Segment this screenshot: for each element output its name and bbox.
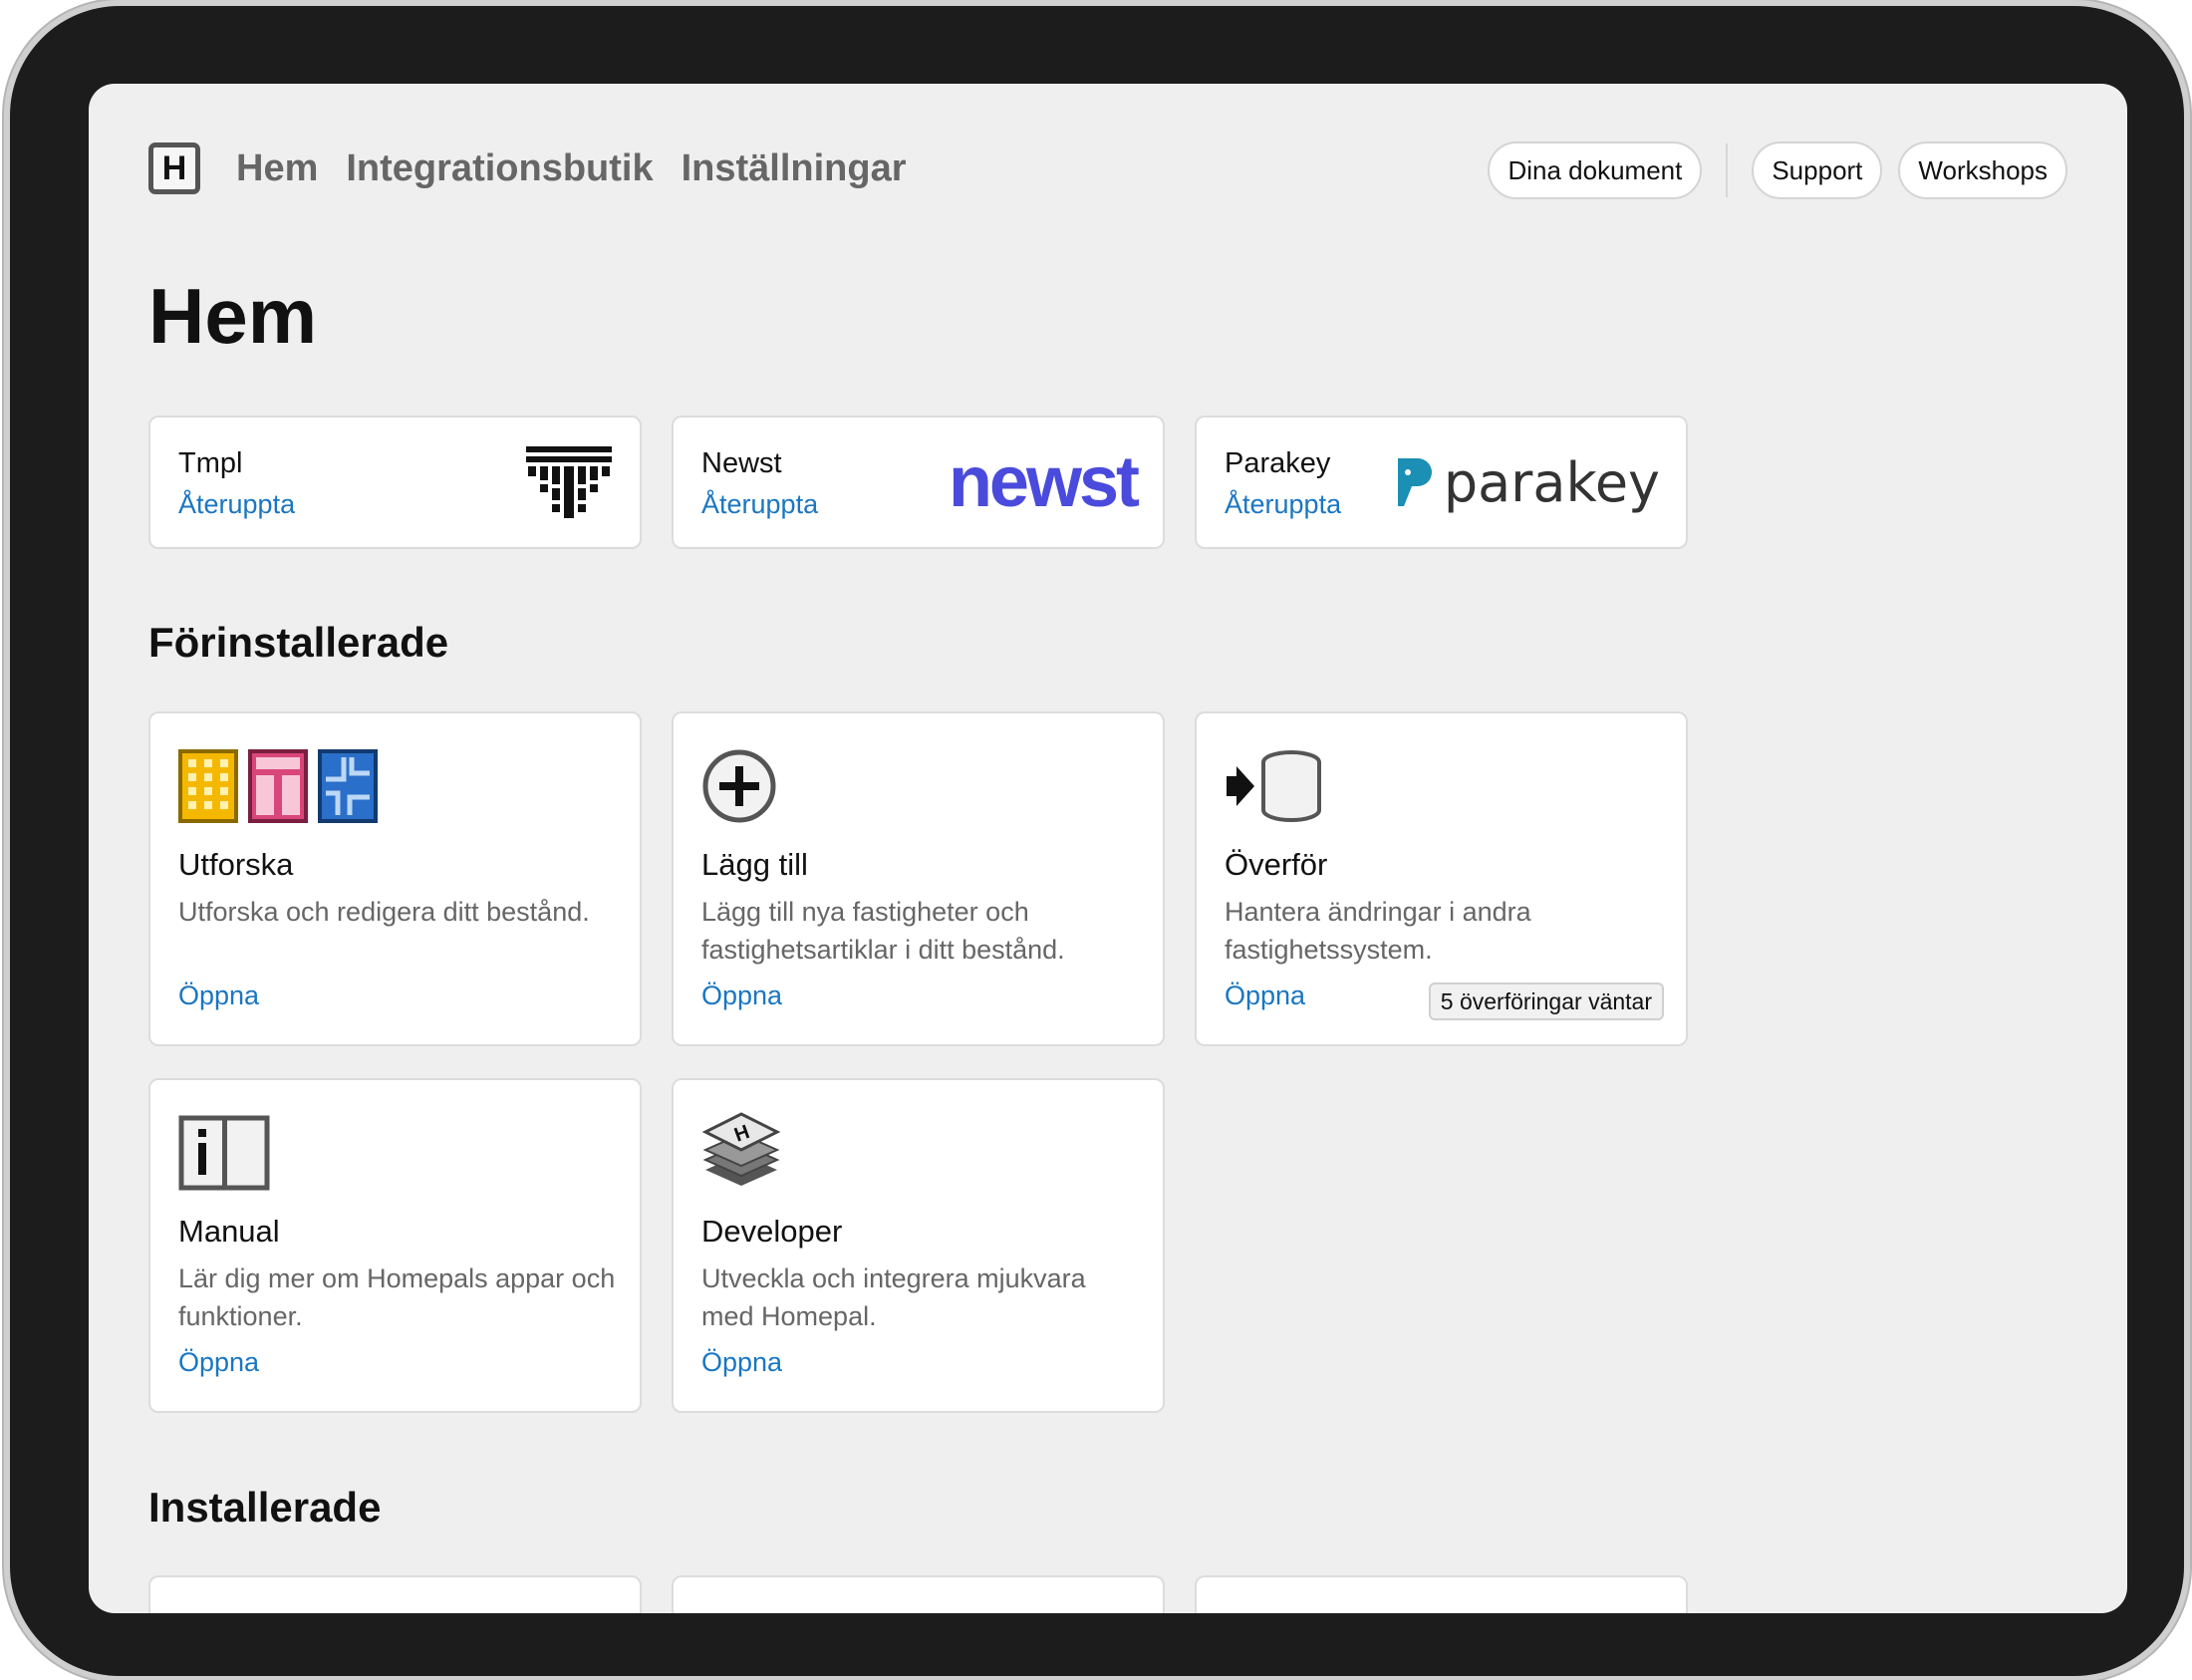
resume-card-newst[interactable]: Newst Återuppta newst	[672, 416, 1165, 549]
documents-button[interactable]: Dina dokument	[1488, 141, 1703, 199]
installed-card[interactable]	[1195, 1575, 1688, 1613]
section-title-preinstalled: Förinstallerade	[148, 619, 449, 666]
resume-link[interactable]: Återuppta	[178, 489, 295, 520]
plus-circle-icon	[702, 749, 776, 823]
resume-link[interactable]: Återuppta	[701, 489, 818, 520]
top-actions: Dina dokument Support Workshops	[1488, 141, 2067, 199]
newst-wordmark: newst	[948, 442, 1140, 522]
app-icons	[178, 1115, 270, 1191]
app-title: Utforska	[178, 847, 294, 882]
app-screen: H Hem Integrationsbutik Inställningar Di…	[89, 84, 2127, 1613]
app-card-utforska[interactable]: Utforska Utforska och redigera ditt best…	[148, 711, 642, 1046]
app-card-developer[interactable]: H Developer Utveckla och integrera mjukv…	[672, 1078, 1165, 1413]
open-link[interactable]: Öppna	[701, 980, 782, 1011]
nav-hem[interactable]: Hem	[236, 145, 318, 191]
app-title: Överför	[1225, 847, 1328, 882]
tmpl-logo-icon	[524, 418, 614, 547]
app-icons: H	[701, 1110, 781, 1196]
manual-info-icon	[178, 1115, 270, 1191]
workshops-button[interactable]: Workshops	[1898, 141, 2067, 199]
tablet-frame: H Hem Integrationsbutik Inställningar Di…	[10, 6, 2184, 1676]
building-icon	[178, 749, 238, 823]
app-icons	[1225, 748, 1324, 824]
resume-card-parakey[interactable]: Parakey Återuppta parakey	[1195, 416, 1688, 549]
main-nav: Hem Integrationsbutik Inställningar	[236, 145, 907, 191]
logo-letter: H	[161, 148, 187, 187]
section-title-installed: Installerade	[148, 1484, 382, 1531]
resume-name: Newst	[701, 447, 782, 479]
developer-stack-icon: H	[701, 1112, 781, 1186]
pending-transfers-badge: 5 överföringar väntar	[1428, 982, 1664, 1020]
app-description: Lär dig mer om Homepals appar och funkti…	[178, 1263, 616, 1331]
open-link[interactable]: Öppna	[701, 1347, 782, 1378]
parakey-wordmark: parakey	[1443, 450, 1660, 514]
nav-installningar[interactable]: Inställningar	[682, 145, 907, 191]
divider	[1726, 143, 1729, 197]
nav-integrationsbutik[interactable]: Integrationsbutik	[346, 145, 653, 191]
open-link[interactable]: Öppna	[178, 1347, 259, 1378]
app-card-overfor[interactable]: Överför Hantera ändringar i andra fastig…	[1195, 711, 1688, 1046]
resume-name: Parakey	[1225, 447, 1331, 479]
app-description: Utforska och redigera ditt bestånd.	[178, 897, 590, 927]
app-icons	[701, 748, 777, 824]
resume-card-tmpl[interactable]: Tmpl Återuppta	[148, 416, 642, 549]
app-title: Lägg till	[701, 847, 808, 882]
app-title: Developer	[701, 1214, 843, 1249]
app-card-lagg-till[interactable]: Lägg till Lägg till nya fastigheter och …	[672, 711, 1165, 1046]
app-description: Hantera ändringar i andra fastighetssyst…	[1225, 897, 1531, 965]
resume-name: Tmpl	[178, 447, 243, 479]
parakey-logo-icon: parakey	[1394, 418, 1660, 547]
app-icons	[178, 748, 378, 824]
page-title: Hem	[148, 272, 318, 360]
installed-card[interactable]	[672, 1575, 1165, 1613]
transfer-database-icon	[1227, 750, 1321, 822]
resume-link[interactable]: Återuppta	[1225, 489, 1341, 520]
app-card-manual[interactable]: Manual Lär dig mer om Homepals appar och…	[148, 1078, 642, 1413]
floorplan-icon	[318, 749, 378, 823]
homepal-logo[interactable]: H	[148, 142, 200, 194]
installed-card[interactable]	[148, 1575, 642, 1613]
open-link[interactable]: Öppna	[1225, 980, 1305, 1011]
app-description: Utveckla och integrera mjukvara med Home…	[701, 1263, 1086, 1331]
parakey-bird-icon	[1397, 458, 1432, 506]
support-button[interactable]: Support	[1752, 141, 1883, 199]
layout-icon	[248, 749, 308, 823]
app-description: Lägg till nya fastigheter och fastighets…	[701, 897, 1065, 965]
app-title: Manual	[178, 1214, 280, 1249]
open-link[interactable]: Öppna	[178, 980, 259, 1011]
newst-logo-icon: newst	[948, 418, 1140, 547]
